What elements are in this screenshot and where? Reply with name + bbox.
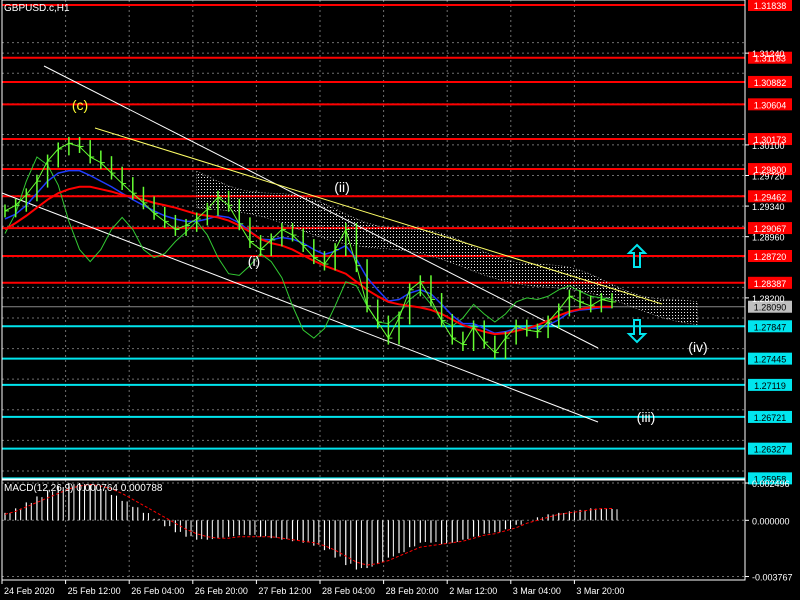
y-tick-label: 1.29720 <box>752 171 785 181</box>
resistance-level-label: 1.30882 <box>754 78 787 88</box>
y-tick-label: 1.31240 <box>752 49 785 59</box>
y-tick-label: 1.28200 <box>752 294 785 304</box>
x-tick-label: 25 Feb 12:00 <box>68 586 121 596</box>
resistance-level-label: 1.30604 <box>754 100 787 110</box>
x-tick-label: 2 Mar 12:00 <box>449 586 497 596</box>
x-tick-label: 26 Feb 04:00 <box>131 586 184 596</box>
resistance-level-label: 1.29462 <box>754 192 787 202</box>
support-level-label: 1.27847 <box>754 322 787 332</box>
resistance-level-label: 1.31838 <box>754 1 787 11</box>
resistance-level-label: 1.28720 <box>754 252 787 262</box>
wave-label: (ii) <box>334 179 350 195</box>
x-tick-label: 24 Feb 2020 <box>4 586 55 596</box>
x-tick-label: 28 Feb 20:00 <box>386 586 439 596</box>
macd-y-tick-label: 0.002496 <box>752 479 790 489</box>
x-tick-label: 3 Mar 20:00 <box>576 586 624 596</box>
y-tick-label: 1.29340 <box>752 202 785 212</box>
chart-background <box>0 0 800 600</box>
x-tick-label: 26 Feb 20:00 <box>195 586 248 596</box>
x-tick-label: 28 Feb 04:00 <box>322 586 375 596</box>
support-level-label: 1.26721 <box>754 413 787 423</box>
wave-label: (i) <box>248 253 260 269</box>
macd-y-tick-label: -0.003767 <box>752 573 793 583</box>
wave-label: (c) <box>72 97 88 113</box>
macd-title: MACD(12,26,9) 0.000764 0.000788 <box>4 483 163 494</box>
x-tick-label: 27 Feb 12:00 <box>258 586 311 596</box>
y-tick-label: 1.30100 <box>752 141 785 151</box>
x-tick-label: 3 Mar 04:00 <box>513 586 561 596</box>
chart-canvas: 1.318381.311831.308821.306041.301731.298… <box>0 0 800 600</box>
resistance-level-label: 1.28387 <box>754 279 787 289</box>
wave-label: (iii) <box>637 409 656 425</box>
support-level-label: 1.26327 <box>754 445 787 455</box>
symbol-title: GBPUSD.c,H1 <box>4 3 70 14</box>
support-level-label: 1.27445 <box>754 355 787 365</box>
wave-label: (iv) <box>688 339 707 355</box>
y-tick-label: 1.28960 <box>752 233 785 243</box>
support-level-label: 1.27119 <box>754 381 786 391</box>
current-price-label: 1.28090 <box>754 303 787 313</box>
macd-y-tick-label: 0.000000 <box>752 516 790 526</box>
